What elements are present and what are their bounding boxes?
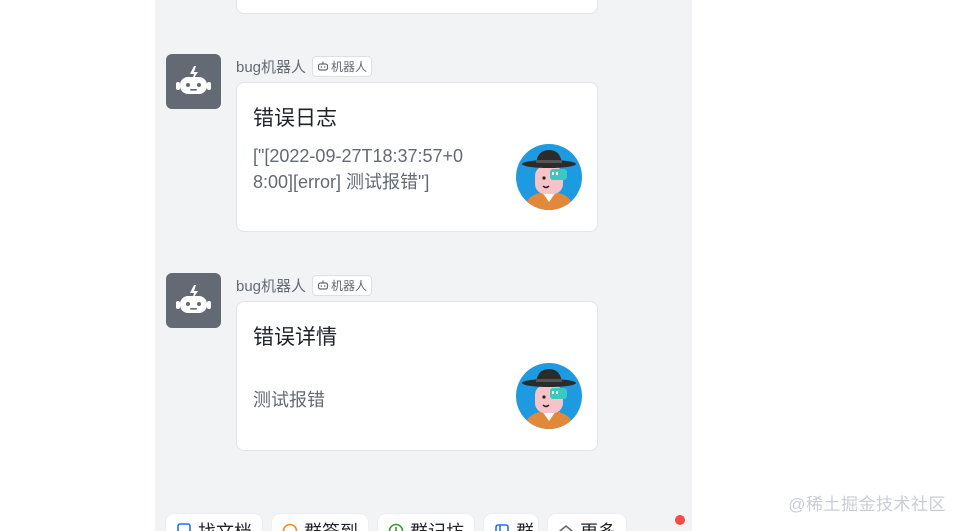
robot-icon (176, 66, 211, 94)
sender-name[interactable]: bug机器人 (236, 56, 306, 77)
sender-name[interactable]: bug机器人 (236, 275, 306, 296)
find-doc-button[interactable]: 找文档 (166, 514, 262, 531)
find-doc-label: 找文档 (198, 518, 252, 531)
group-label: 群 (516, 518, 534, 531)
chat-panel: bug机器人 机器人 错误日志 ["[2022-09-27T18:37:57+0… (155, 0, 692, 531)
robot-tag-icon (317, 61, 329, 71)
card-title: 错误日志 (253, 107, 337, 130)
robot-icon (176, 285, 211, 313)
bot-avatar[interactable] (166, 273, 221, 328)
checkin-icon (282, 523, 298, 531)
group-note-button[interactable]: 群记坊 (378, 514, 474, 531)
more-icon (558, 523, 574, 531)
bot-tag-label: 机器人 (331, 59, 368, 74)
bot-tag: 机器人 (312, 55, 373, 77)
bot-avatar[interactable] (166, 54, 221, 109)
bot-tag-label: 机器人 (331, 278, 368, 293)
more-button[interactable]: 更多 (548, 514, 626, 531)
group-checkin-label: 群签到 (304, 518, 358, 531)
quick-action-bar: 找文档 群签到 群记坊 群 更多 (166, 514, 626, 531)
group-icon (494, 523, 510, 531)
card-body: ["[2022-09-27T18:37:57+08:00][error] 测试报… (253, 146, 464, 192)
group-checkin-button[interactable]: 群签到 (272, 514, 368, 531)
cartoon-avatar-image (516, 363, 582, 429)
group-note-label: 群记坊 (410, 518, 464, 531)
sender-row: bug机器人 机器人 (236, 55, 373, 77)
more-label: 更多 (580, 518, 616, 531)
sender-row: bug机器人 机器人 (236, 274, 373, 296)
note-icon (388, 523, 404, 531)
error-log-card[interactable]: 错误日志 ["[2022-09-27T18:37:57+08:00][error… (236, 82, 598, 232)
card-body: 测试报错 (253, 390, 325, 410)
group-button[interactable]: 群 (484, 514, 538, 531)
card-title: 错误详情 (253, 326, 337, 349)
doc-icon (176, 523, 192, 531)
notification-dot (675, 515, 685, 525)
error-detail-card[interactable]: 错误详情 测试报错 (236, 301, 598, 451)
watermark: @稀土掘金技术社区 (788, 495, 946, 514)
bot-tag: 机器人 (312, 274, 373, 296)
cartoon-avatar-image (516, 144, 582, 210)
robot-tag-icon (317, 280, 329, 290)
previous-message-card[interactable] (236, 0, 598, 14)
